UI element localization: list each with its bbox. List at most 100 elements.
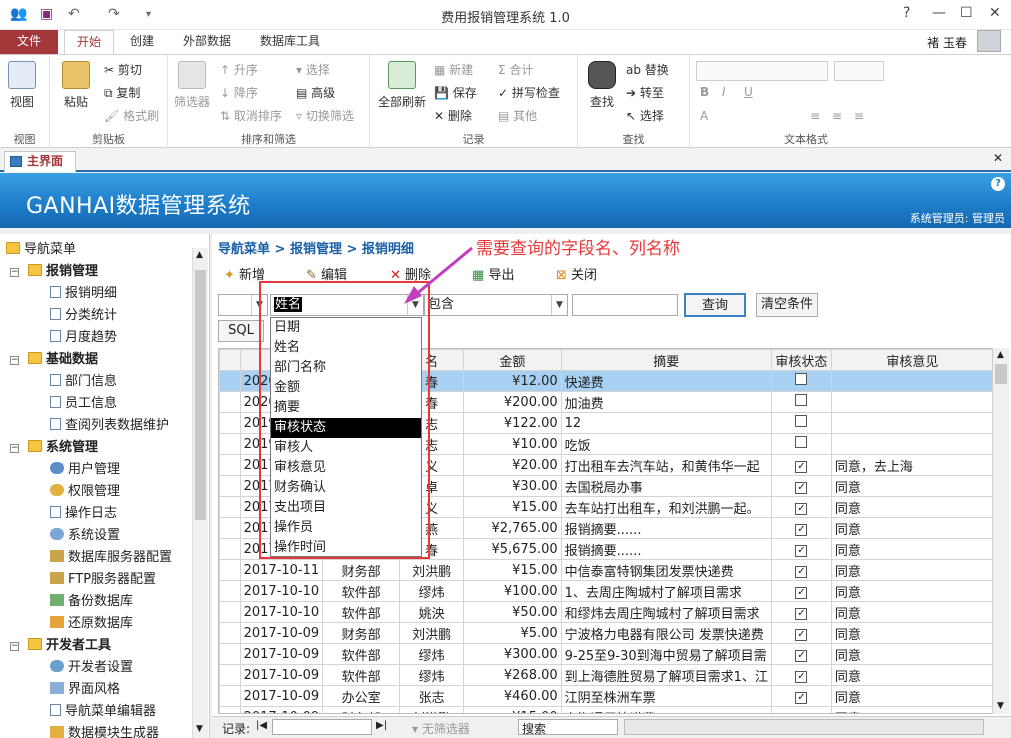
more-button[interactable]: ▤ 其他 — [498, 107, 537, 124]
dropdown-option[interactable]: 姓名 — [271, 338, 421, 358]
cell-summary[interactable]: 中信泰富特钢集团发票快递费 — [560, 559, 772, 581]
cell-name[interactable]: 缪炜 — [399, 664, 465, 686]
user-name[interactable]: 褚 玉春 — [927, 34, 967, 51]
approval-checkbox[interactable]: ✓ — [795, 460, 808, 473]
cell-summary[interactable]: 快递费 — [560, 370, 772, 392]
row-selector[interactable] — [219, 580, 241, 602]
col-amount[interactable]: 金额 — [463, 349, 562, 371]
cell-status[interactable]: ✓ — [770, 475, 832, 497]
tab-external-data[interactable]: 外部数据 — [172, 30, 242, 54]
nav-item-monthly-trend[interactable]: 月度趋势 — [50, 328, 117, 348]
close-button[interactable]: ⊠ 关闭 — [556, 264, 597, 283]
cell-status[interactable]: ✓ — [770, 517, 832, 539]
tab-database-tools[interactable]: 数据库工具 — [250, 30, 330, 54]
cell-amount[interactable]: ¥200.00 — [463, 391, 562, 413]
cell-summary[interactable]: 宁波格力电器有限公司 发票快递费 — [560, 622, 772, 644]
cell-date[interactable]: 2017-10-09 — [239, 622, 324, 644]
cell-status[interactable]: ✓ — [770, 685, 832, 707]
cell-status[interactable]: ✓ — [770, 580, 832, 602]
cell-opinion[interactable] — [830, 433, 994, 455]
nav-scroll-thumb[interactable] — [195, 270, 206, 520]
cell-dept[interactable]: 软件部 — [322, 643, 401, 665]
cell-amount[interactable]: ¥2,765.00 — [463, 517, 562, 539]
view-button[interactable]: 视图 — [8, 61, 36, 110]
cell-summary[interactable]: 12 — [560, 412, 772, 434]
cell-status[interactable]: ✓ — [770, 622, 832, 644]
nav-group-basic-data[interactable]: 基础数据 — [28, 350, 98, 370]
cell-opinion[interactable] — [830, 391, 994, 413]
refresh-all-button[interactable]: 全部刷新 — [378, 61, 426, 110]
value-input[interactable] — [572, 294, 678, 316]
approval-checkbox[interactable]: ✓ — [795, 481, 808, 494]
underline-icon[interactable]: U — [744, 85, 753, 99]
approval-checkbox[interactable]: ✓ — [795, 628, 808, 641]
scroll-up-icon[interactable]: ▲ — [997, 350, 1004, 360]
sort-asc-button[interactable]: ↑ 升序 — [220, 61, 258, 78]
replace-button[interactable]: ab 替换 — [626, 61, 669, 78]
tab-create[interactable]: 创建 — [120, 30, 164, 54]
cell-summary[interactable]: 去车站打出租车，和刘洪鹏一起。 — [560, 496, 772, 518]
paste-button[interactable]: 粘贴 — [62, 61, 90, 110]
nav-item-restore[interactable]: 还原数据库 — [50, 614, 133, 634]
cell-opinion[interactable]: 同意 — [830, 685, 994, 707]
query-button[interactable]: 查询 — [684, 293, 746, 317]
cell-summary[interactable]: 1、去周庄陶城村了解项目需求 — [560, 580, 772, 602]
align-left-icon[interactable]: ≡ — [810, 109, 820, 123]
cell-summary[interactable]: 报销摘要...... — [560, 538, 772, 560]
tab-home[interactable]: 开始 — [64, 30, 114, 54]
totals-button[interactable]: Σ 合计 — [498, 61, 533, 78]
avatar[interactable] — [977, 30, 1001, 52]
cell-status[interactable]: ✓ — [770, 601, 832, 623]
tab-file[interactable]: 文件 — [0, 30, 58, 54]
cell-amount[interactable]: ¥460.00 — [463, 685, 562, 707]
cell-summary[interactable]: 去国税局办事 — [560, 475, 772, 497]
cell-summary[interactable]: 上海通用快递费 — [560, 706, 772, 713]
cell-opinion[interactable]: 同意，去上海 — [830, 454, 994, 476]
nav-group-system[interactable]: 系统管理 — [28, 438, 98, 458]
table-row[interactable]: 2017-10-09财务部刘洪鹏¥15.00上海通用快递费 ✓ 同意 — [219, 706, 994, 713]
font-size-select[interactable] — [834, 61, 884, 81]
row-selector[interactable] — [219, 538, 241, 560]
cell-status[interactable]: ✓ — [770, 643, 832, 665]
row-selector[interactable] — [219, 706, 241, 713]
cell-summary[interactable]: 报销摘要...... — [560, 517, 772, 539]
cell-opinion[interactable]: 同意 — [830, 643, 994, 665]
approval-checkbox[interactable] — [795, 394, 808, 406]
cell-opinion[interactable]: 同意 — [830, 517, 994, 539]
copy-button[interactable]: ⧉ 复制 — [104, 84, 140, 101]
dropdown-option[interactable]: 日期 — [271, 318, 421, 338]
row-selector[interactable] — [219, 643, 241, 665]
cell-date[interactable]: 2017-10-09 — [239, 685, 324, 707]
new-record-button[interactable]: ▦ 新建 — [434, 61, 473, 78]
cell-status[interactable]: ✓ — [770, 559, 832, 581]
nav-group-expense[interactable]: 报销管理 — [28, 262, 98, 282]
nav-item-departments[interactable]: 部门信息 — [50, 372, 117, 392]
nav-item-permissions[interactable]: 权限管理 — [50, 482, 120, 502]
cell-opinion[interactable]: 同意 — [830, 475, 994, 497]
row-selector[interactable] — [219, 391, 241, 413]
close-document-icon[interactable]: ✕ — [993, 151, 1003, 165]
row-selector[interactable] — [219, 664, 241, 686]
bold-icon[interactable]: B — [700, 85, 709, 99]
approval-checkbox[interactable]: ✓ — [795, 544, 808, 557]
cell-dept[interactable]: 软件部 — [322, 664, 401, 686]
dropdown-option[interactable]: 金额 — [271, 378, 421, 398]
no-filter-indicator[interactable]: ▾ 无筛选器 — [412, 720, 470, 737]
cell-status[interactable] — [770, 412, 832, 434]
find-button[interactable]: 查找 — [588, 61, 616, 110]
collapse-icon[interactable]: − — [10, 356, 19, 365]
filter-button[interactable]: 筛选器 — [174, 61, 210, 110]
cell-dept[interactable]: 办公室 — [322, 685, 401, 707]
approval-checkbox[interactable]: ✓ — [795, 712, 808, 713]
cell-amount[interactable]: ¥12.00 — [463, 370, 562, 392]
dropdown-option[interactable]: 摘要 — [271, 398, 421, 418]
cell-summary[interactable]: 江阴至株洲车票 — [560, 685, 772, 707]
cell-status[interactable] — [770, 370, 832, 392]
approval-checkbox[interactable] — [795, 373, 808, 385]
nav-root[interactable]: 导航菜单 — [6, 240, 76, 260]
cell-amount[interactable]: ¥5.00 — [463, 622, 562, 644]
italic-icon[interactable]: I — [722, 85, 726, 99]
approval-checkbox[interactable]: ✓ — [795, 670, 808, 683]
nav-item-expense-detail[interactable]: 报销明细 — [50, 284, 117, 304]
sql-button[interactable]: SQL — [218, 320, 264, 342]
